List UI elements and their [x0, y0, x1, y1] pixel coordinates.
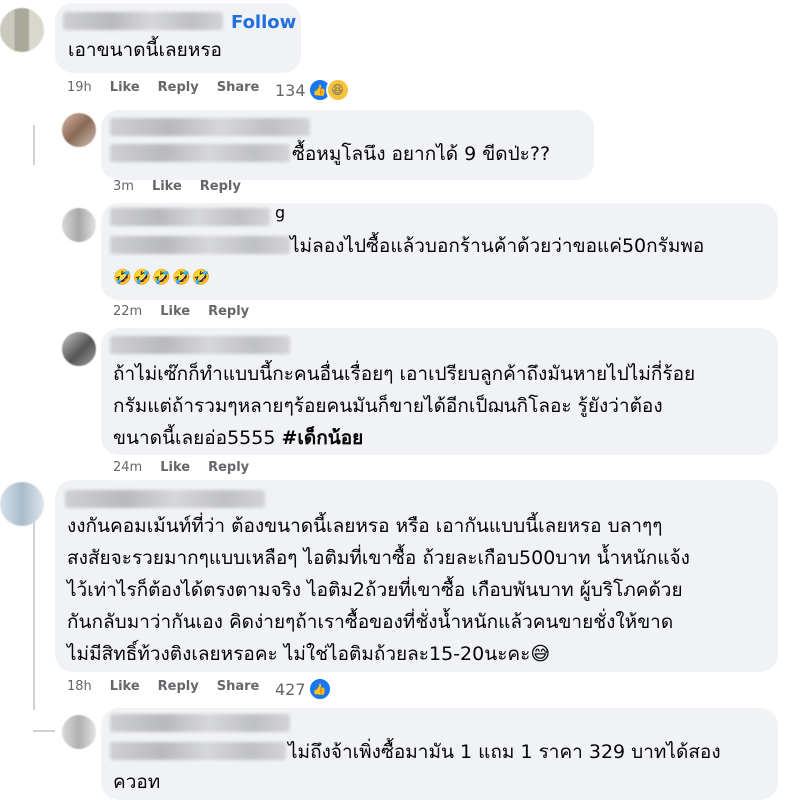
comment-time[interactable]: 18h [67, 679, 92, 694]
like-icon: 👍 [307, 677, 332, 701]
avatar[interactable] [0, 8, 44, 52]
like-button[interactable]: Like [160, 460, 190, 475]
comment-line: ไว้เท่าไรก็ต้องได้ตรงตามจริง ไอติม2ถ้วยท… [67, 579, 683, 601]
comment-line: ถ้าไม่เซ๊กก็ทำแบบนี้กะคนอื่นเรื่อยๆ เอาเ… [113, 363, 696, 385]
comment-text: ไม่ลองไปซื้อแล้วบอกร้านค้าด้วยว่าขอแค่50… [290, 235, 705, 257]
like-button[interactable]: Like [152, 179, 182, 194]
comment-actions: 18h Like Reply Share [67, 679, 277, 694]
reply-button[interactable]: Reply [158, 679, 199, 694]
haha-icon: 😆 [325, 78, 350, 102]
commenter-name [110, 144, 290, 162]
avatar[interactable] [62, 113, 96, 147]
comment-time[interactable]: 3m [113, 179, 134, 194]
comment-line: ไม่ถึงจ้าเพิ่งซื้อมามัน 1 แถม 1 ราคา 329… [288, 741, 721, 763]
reaction-count: 134 [275, 80, 306, 100]
follow-link[interactable]: Follow [231, 12, 296, 33]
like-button[interactable]: Like [110, 80, 140, 95]
thread-line [33, 505, 35, 710]
comment-time[interactable]: 19h [67, 80, 92, 95]
commenter-name[interactable] [110, 118, 310, 136]
comment-text: ขนาดนี้เลยอ่อ5555 [113, 427, 282, 449]
comment-actions: 24m Like Reply [113, 460, 267, 475]
commenter-name[interactable] [110, 336, 290, 354]
comment-time[interactable]: 24m [113, 460, 142, 475]
reaction-count: 427 [275, 679, 306, 699]
avatar[interactable] [62, 332, 96, 366]
commenter-name [110, 236, 290, 254]
comment-actions: 22m Like Reply [113, 304, 267, 319]
commenter-name [110, 742, 286, 760]
avatar[interactable] [62, 715, 96, 749]
comment-text: ซื้อหมูโลนึง อยากได้ 9 ขีดป่ะ?? [292, 143, 551, 165]
like-button[interactable]: Like [160, 304, 190, 319]
commenter-name-tail: g [275, 203, 286, 222]
comment-line: ไม่มีสิทธิ์ท้วงติงเลยหรอคะ ไม่ใช่ไอติมถ้… [67, 643, 551, 665]
comment-line: ควอท [113, 771, 161, 793]
avatar[interactable] [0, 482, 44, 526]
avatar[interactable] [62, 208, 96, 242]
reply-button[interactable]: Reply [208, 460, 249, 475]
comment-actions: 3m Like Reply [113, 179, 259, 194]
reply-button[interactable]: Reply [208, 304, 249, 319]
comment-time[interactable]: 22m [113, 304, 142, 319]
share-button[interactable]: Share [217, 80, 260, 95]
reaction-summary[interactable]: 427 👍 [275, 677, 332, 701]
reply-button[interactable]: Reply [200, 179, 241, 194]
comment-text: เอาขนาดนี้เลยหรอ [68, 39, 222, 61]
comment-line: สงสัยจะรวยมากๆแบบเหลือๆ ไอติมที่เขาซื้อ … [67, 547, 690, 569]
commenter-name[interactable] [65, 490, 265, 508]
thread-line [33, 125, 35, 165]
commenter-name[interactable] [110, 714, 290, 732]
commenter-name[interactable] [63, 12, 223, 30]
emoji-row: 🤣🤣🤣🤣🤣 [113, 268, 212, 286]
comment-line: กันกลับมาว่ากันเอง คิดง่ายๆถ้าเราซื้อของ… [67, 611, 674, 633]
comment-line: กรัมแต่ถ้ารวมๆหลายๆร้อยคนมันก็ขายได้อีกเ… [113, 395, 663, 417]
commenter-name[interactable] [110, 208, 270, 226]
reply-button[interactable]: Reply [158, 80, 199, 95]
thread-line [33, 730, 55, 732]
comment-actions: 19h Like Reply Share [67, 80, 277, 95]
comment-line: งงกันคอมเม้นท์ที่ว่า ต้องขนาดนี้เลยหรอ ห… [67, 515, 663, 537]
like-button[interactable]: Like [110, 679, 140, 694]
comment-line-last: ขนาดนี้เลยอ่อ5555 #เด็กน้อย [113, 422, 363, 455]
hashtag-link[interactable]: #เด็กน้อย [281, 427, 363, 449]
reaction-summary[interactable]: 134 👍 😆 [275, 78, 350, 102]
share-button[interactable]: Share [217, 679, 260, 694]
